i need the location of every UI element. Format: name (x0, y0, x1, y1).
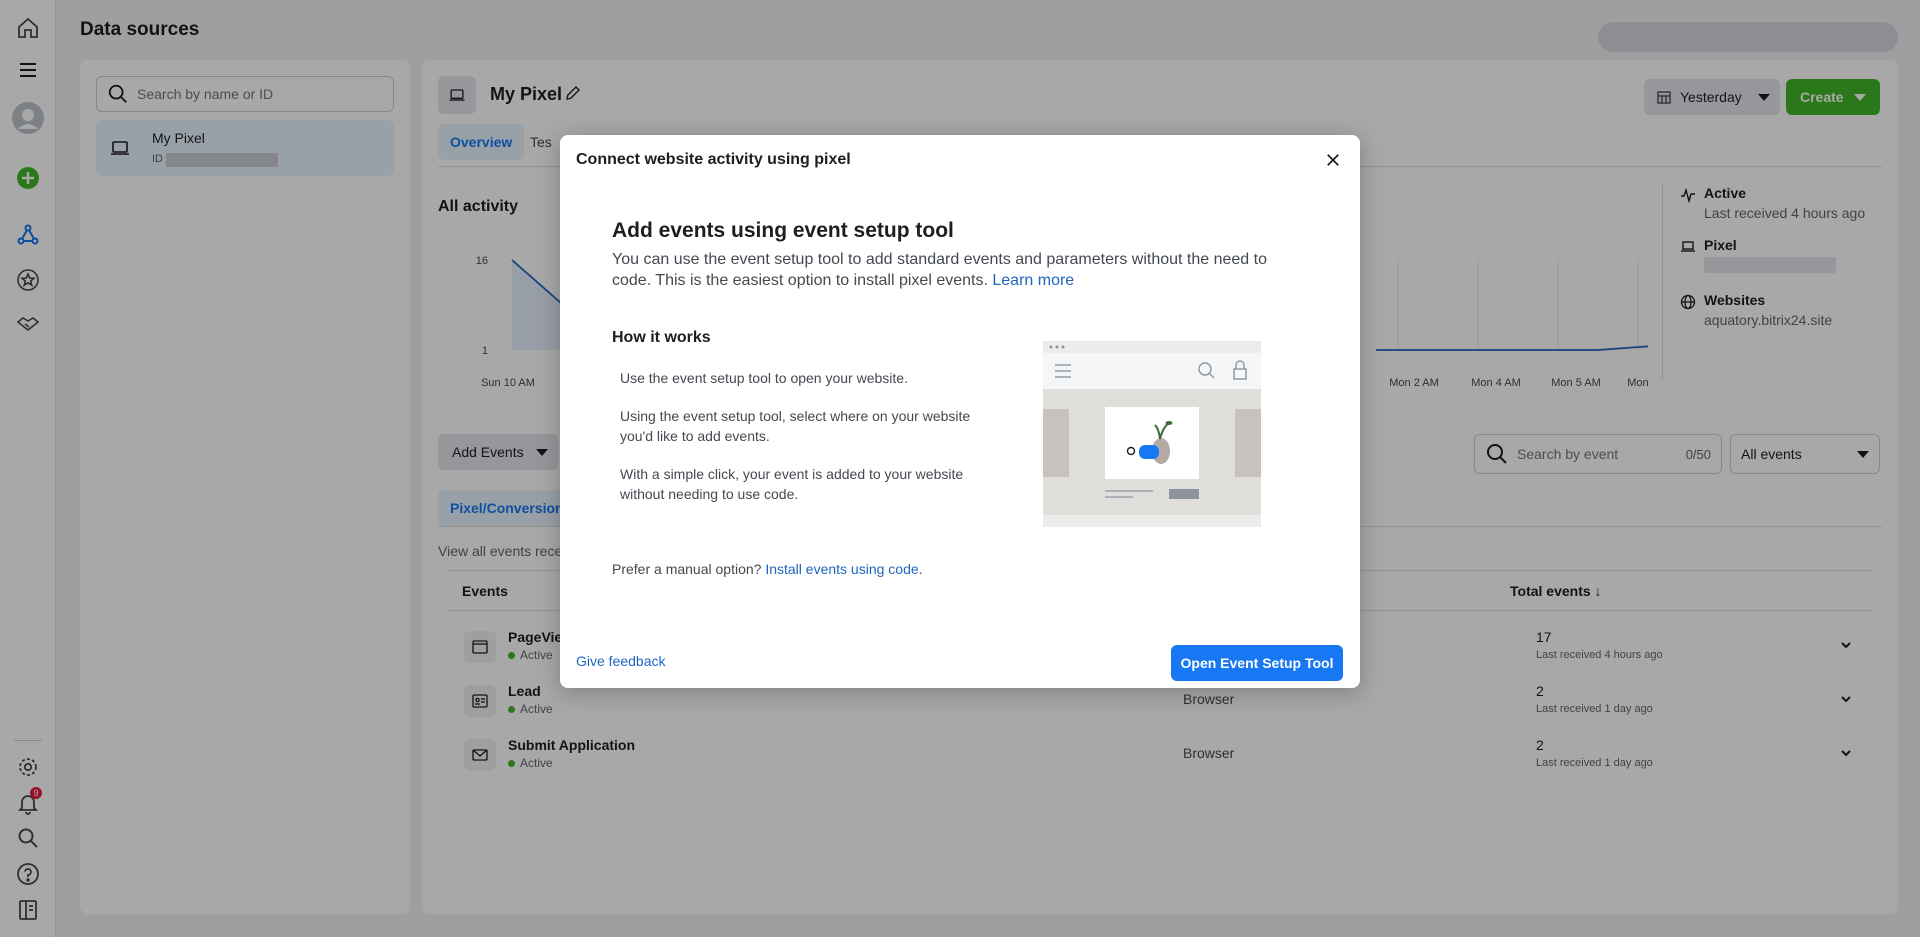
manual-prefix: Prefer a manual option? (612, 561, 762, 577)
install-code-link[interactable]: Install events using code. (765, 561, 922, 577)
dialog-title: Connect website activity using pixel (576, 151, 851, 168)
manual-option: Prefer a manual option? Install events u… (612, 561, 923, 577)
close-icon[interactable] (1322, 149, 1344, 171)
dialog-description: You can use the event setup tool to add … (612, 249, 1282, 291)
step-1: Use the event setup tool to open your we… (620, 370, 908, 386)
step-3: With a simple click, your event is added… (620, 466, 964, 502)
open-event-setup-button[interactable]: Open Event Setup Tool (1171, 645, 1343, 681)
how-it-works-title: How it works (612, 329, 711, 346)
connect-pixel-dialog: Connect website activity using pixel Add… (560, 135, 1360, 688)
dialog-description-text: You can use the event setup tool to add … (612, 251, 1267, 289)
step-2: Using the event setup tool, select where… (620, 408, 971, 444)
dialog-heading: Add events using event setup tool (612, 219, 954, 242)
give-feedback-link[interactable]: Give feedback (576, 653, 666, 669)
event-setup-illustration (1043, 341, 1261, 527)
learn-more-link[interactable]: Learn more (992, 272, 1074, 289)
